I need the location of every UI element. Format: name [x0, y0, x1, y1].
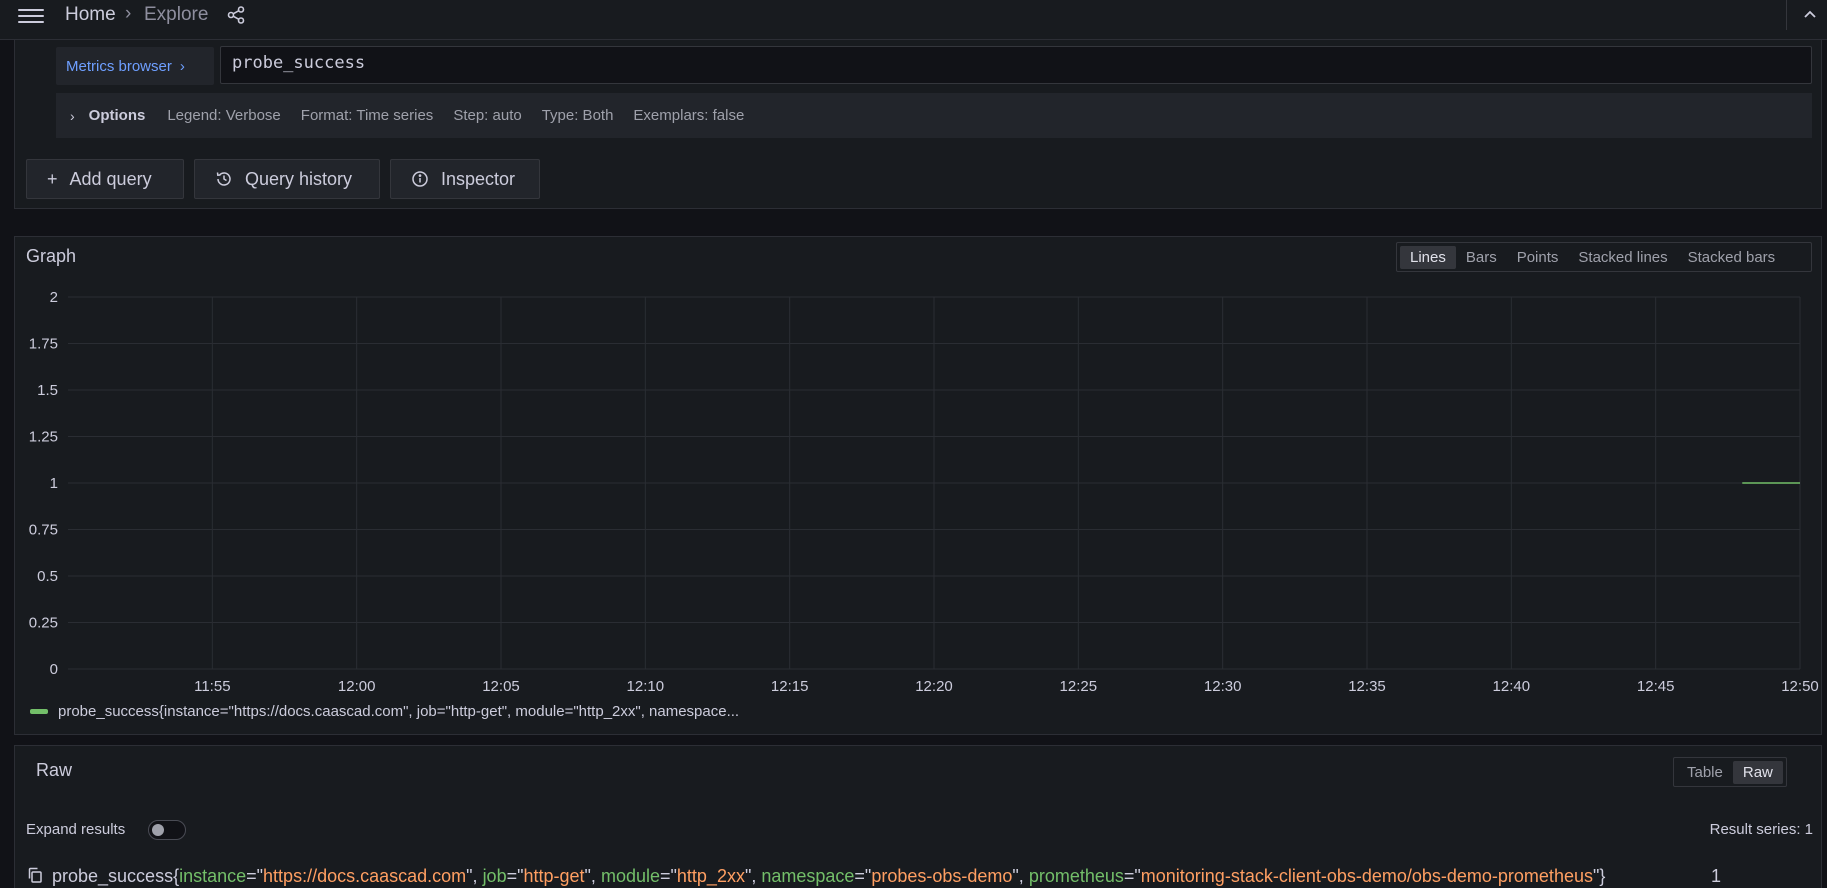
y-tick-label: 1: [50, 475, 58, 492]
graph-legend[interactable]: probe_success{instance="https://docs.caa…: [30, 703, 739, 720]
y-tick-label: 2: [50, 289, 58, 306]
menu-icon[interactable]: [18, 6, 44, 26]
mode-stacked-bars[interactable]: Stacked bars: [1678, 246, 1786, 269]
result-series-count: Result series: 1: [1709, 821, 1813, 838]
add-query-label: Add query: [69, 168, 152, 189]
x-tick-label: 12:30: [1204, 678, 1242, 695]
query-history-label: Query history: [245, 168, 353, 189]
view-table[interactable]: Table: [1677, 761, 1733, 784]
x-tick-label: 12:05: [482, 678, 520, 695]
time-series-chart[interactable]: 2 1.75 1.5 1.25 1 0.75 0.5 0.25 0 11:55 12:00 12:05…: [0, 280, 1827, 700]
raw-label-value: https://docs.caascad.com: [263, 866, 467, 886]
raw-label-equals: =": [1123, 866, 1141, 886]
chevron-right-icon: ›: [179, 57, 185, 75]
x-tick-label: 12:00: [338, 678, 376, 695]
raw-label-separator: ",: [466, 866, 483, 886]
raw-label-equals: =": [854, 866, 872, 886]
inspector-label: Inspector: [441, 168, 516, 189]
top-bar: Home › Explore: [0, 0, 1827, 40]
raw-view-selector: Table Raw: [1673, 757, 1787, 787]
share-icon[interactable]: [226, 5, 246, 25]
graph-title: Graph: [26, 246, 77, 266]
raw-label-separator: "}: [1592, 866, 1606, 886]
raw-title: Raw: [36, 760, 73, 780]
x-tick-label: 12:10: [627, 678, 665, 695]
raw-label-equals: =": [246, 866, 264, 886]
option-step: Step: auto: [453, 107, 522, 124]
legend-label: probe_success{instance="https://docs.caa…: [58, 703, 740, 720]
raw-label-key: module: [600, 866, 660, 886]
raw-label-key: namespace: [761, 866, 855, 886]
breadcrumb-home[interactable]: Home: [65, 4, 116, 26]
options-title[interactable]: Options: [89, 107, 146, 124]
legend-color-swatch: [30, 709, 48, 714]
raw-label-separator: ",: [1012, 866, 1029, 886]
raw-labels: instance="https://docs.caascad.com", job…: [179, 866, 1605, 886]
raw-result-value: 1: [1711, 866, 1722, 886]
topbar-divider: [1786, 0, 1787, 30]
metrics-browser-button[interactable]: Metrics browser ›: [56, 47, 214, 85]
x-tick-label: 12:45: [1637, 678, 1675, 695]
option-exemplars: Exemplars: false: [633, 107, 745, 124]
history-icon: [216, 172, 231, 186]
graph-mode-selector: Lines Bars Points Stacked lines Stacked …: [1396, 242, 1812, 272]
raw-label-value: http_2xx: [676, 866, 745, 886]
y-tick-label: 1.5: [37, 382, 58, 399]
raw-label-separator: ",: [584, 866, 601, 886]
raw-result-row: probe_success{instance="https://docs.caa…: [26, 866, 1686, 888]
copy-icon[interactable]: [26, 866, 44, 884]
raw-label-value: monitoring-stack-client-obs-demo/obs-dem…: [1140, 866, 1593, 886]
raw-metric-name: probe_success: [52, 866, 174, 886]
raw-label-key: prometheus: [1028, 866, 1124, 886]
y-tick-label: 0.25: [29, 615, 58, 632]
x-tick-label: 11:55: [194, 678, 230, 695]
query-options-row[interactable]: › Options Legend: Verbose Format: Time s…: [56, 93, 1812, 138]
y-tick-label: 0: [50, 661, 58, 678]
option-format: Format: Time series: [300, 107, 434, 124]
y-tick-label: 1.25: [29, 429, 58, 446]
x-tick-label: 12:20: [915, 678, 953, 695]
metrics-browser-label: Metrics browser: [66, 57, 172, 75]
x-tick-label: 12:15: [771, 678, 809, 695]
x-tick-label: 12:50: [1781, 678, 1819, 695]
raw-label-key: job: [482, 866, 507, 886]
raw-label-equals: =": [506, 866, 524, 886]
mode-bars[interactable]: Bars: [1456, 246, 1507, 269]
chevron-up-icon[interactable]: [1800, 5, 1820, 25]
breadcrumb-separator: ›: [125, 3, 132, 24]
expand-results-toggle[interactable]: [148, 820, 186, 840]
raw-label-value: http-get: [523, 866, 585, 886]
mode-points[interactable]: Points: [1507, 246, 1569, 269]
raw-label-value: probes-obs-demo: [871, 866, 1013, 886]
query-history-button[interactable]: Query history: [194, 159, 380, 199]
y-tick-label: 1.75: [29, 336, 58, 353]
x-tick-label: 12:40: [1493, 678, 1531, 695]
add-query-button[interactable]: + Add query: [26, 159, 184, 199]
expand-results-label: Expand results: [26, 821, 126, 838]
query-input[interactable]: probe_success: [220, 46, 1812, 84]
info-icon: [412, 171, 428, 187]
chevron-right-icon[interactable]: ›: [70, 108, 75, 124]
x-tick-label: 12:25: [1060, 678, 1098, 695]
y-tick-label: 0.5: [37, 568, 58, 585]
plus-icon: +: [47, 168, 58, 189]
y-tick-label: 0.75: [29, 522, 58, 539]
mode-stacked-lines[interactable]: Stacked lines: [1568, 246, 1677, 269]
mode-lines[interactable]: Lines: [1400, 245, 1456, 269]
raw-label-separator: ",: [744, 866, 762, 886]
inspector-button[interactable]: Inspector: [390, 159, 540, 199]
toggle-knob: [152, 824, 164, 836]
breadcrumb-explore: Explore: [144, 4, 209, 25]
raw-label-key: instance: [179, 866, 247, 886]
option-legend: Legend: Verbose: [167, 107, 281, 124]
raw-label-equals: =": [660, 866, 677, 886]
view-raw[interactable]: Raw: [1732, 760, 1783, 784]
x-tick-label: 12:35: [1348, 678, 1386, 695]
option-type: Type: Both: [541, 107, 614, 124]
